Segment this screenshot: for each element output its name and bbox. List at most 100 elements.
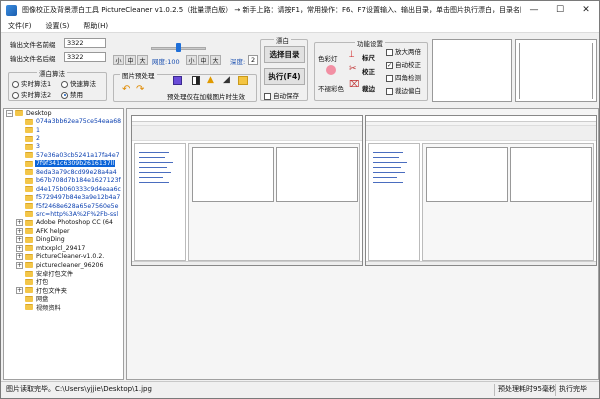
tree-item[interactable]: 57e36a03cb5241a17fa4e7	[4, 151, 123, 159]
size-small-button[interactable]: 小	[113, 55, 124, 65]
crop-offset-checkbox[interactable]: 裁边偏白	[386, 85, 421, 95]
menu-settings[interactable]: 设置(S)	[39, 21, 77, 31]
image-thumbnail-result[interactable]	[365, 115, 597, 266]
tree-item[interactable]: b67b708d7b184e1627123f	[4, 177, 123, 185]
tree-item[interactable]: + AFK helper	[4, 227, 123, 235]
tree-item[interactable]: 1	[4, 126, 123, 134]
tree-item[interactable]: d4e175b060333c9d4eaa6c	[4, 185, 123, 193]
expand-icon[interactable]: +	[16, 261, 23, 269]
suffix-input[interactable]: 3322	[64, 52, 106, 62]
tree-item[interactable]: + DingDing	[4, 236, 123, 244]
folder-icon	[25, 304, 33, 311]
auto-save-checkbox[interactable]: 自动保存	[264, 90, 299, 100]
undo-icon[interactable]: ↶	[122, 84, 130, 95]
status-separator	[494, 384, 495, 396]
folder-icon	[25, 118, 33, 125]
directory-tree[interactable]: − Desktop 074a3bb62ea75ce54eaa68 1 2 3 57e36a0…	[3, 108, 124, 380]
expand-icon[interactable]: +	[16, 227, 23, 235]
no-color-button[interactable]: 不褪彩色	[318, 83, 344, 93]
algo-option-realtime1[interactable]: 实时算法1	[12, 78, 51, 88]
expand-icon[interactable]: +	[16, 236, 23, 244]
redo-icon[interactable]: ↷	[136, 84, 144, 95]
tree-item[interactable]: 8eda3a79c8cd99e28a4a4	[4, 168, 123, 176]
four-corner-checkbox[interactable]: 四角检测	[386, 72, 421, 82]
color-picker-icon[interactable]	[173, 76, 182, 85]
zoom-checkbox[interactable]: 放大两倍	[386, 46, 421, 56]
tree-item-label: 3	[36, 143, 40, 151]
expand-icon[interactable]: +	[16, 244, 23, 252]
preprocess-group: 图片预处理 ↶ ↷ ▲ ◢ 预处理仅在加载图片时生效	[113, 70, 257, 102]
image-preview-area[interactable]	[126, 108, 599, 380]
tree-item[interactable]: + Adobe Photoshop CC (64	[4, 219, 123, 227]
algo-option-disabled[interactable]: 禁用	[61, 89, 83, 99]
correct-button[interactable]: 校正	[362, 66, 375, 76]
close-button[interactable]: ✕	[573, 1, 599, 19]
tree-item[interactable]: f5f2468e628a65e7560e5e	[4, 202, 123, 210]
tree-item[interactable]: f5729497b84e3a9e12b4a7	[4, 193, 123, 201]
image-thumbnail[interactable]	[131, 115, 363, 266]
folder-icon	[25, 253, 33, 260]
execute-button[interactable]: 执行(F4)	[264, 68, 305, 85]
tree-item[interactable]: 2	[4, 134, 123, 142]
expand-icon[interactable]: +	[16, 286, 23, 294]
maximize-button[interactable]: ☐	[547, 1, 573, 19]
size-medium-button[interactable]: 中	[125, 55, 136, 65]
contrast-icon[interactable]	[192, 76, 200, 85]
auto-correct-checkbox[interactable]: ✓ 自动校正	[386, 59, 421, 69]
expand-icon[interactable]: +	[16, 253, 23, 261]
color-pick-button[interactable]: 色彩灯	[318, 53, 338, 63]
app-icon	[6, 4, 17, 16]
folder-icon	[25, 219, 33, 226]
tree-item[interactable]: 网盘	[4, 295, 123, 303]
tree-item-label: b67b708d7b184e1627123f	[36, 177, 121, 185]
tree-item-label: 57e36a03cb5241a17fa4e7	[36, 151, 120, 159]
ruler-button[interactable]: 标尺	[362, 52, 375, 62]
tree-item[interactable]: 7f9f341c6309b2616137ll	[4, 160, 123, 168]
folder-icon	[25, 127, 33, 134]
expand-icon[interactable]: +	[16, 219, 23, 227]
radio-disabled-icon	[61, 91, 68, 99]
status-separator	[555, 384, 556, 396]
select-dir-button[interactable]: 选择目录	[264, 46, 305, 63]
menu-bar: 文件(F) 设置(S) 帮助(H)	[1, 19, 599, 33]
algo-option-fast[interactable]: 快速算法	[61, 78, 96, 88]
intensity-slider-thumb[interactable]	[176, 43, 181, 52]
minimize-button[interactable]: —	[521, 1, 547, 19]
folder-icon	[25, 152, 33, 159]
algo-option-realtime2[interactable]: 实时算法2	[12, 89, 51, 99]
tree-item-label: 1	[36, 126, 40, 134]
image-icon[interactable]	[238, 76, 248, 85]
prefix-input[interactable]: 3322	[64, 38, 106, 48]
tree-item-label: PictureCleaner-v1.0.2.	[36, 253, 105, 261]
size-large-button[interactable]: 大	[137, 55, 148, 65]
depth-input[interactable]: 2	[248, 55, 258, 65]
menu-file[interactable]: 文件(F)	[1, 21, 39, 31]
warning-icon[interactable]: ▲	[207, 75, 214, 85]
auto-save-check-icon	[264, 92, 271, 100]
folder-icon	[25, 295, 33, 302]
preview-box-result[interactable]	[515, 39, 597, 102]
tree-item[interactable]: 074a3bb62ea75ce54eaa68	[4, 117, 123, 125]
bleach-algo-group: 漂白算法 实时算法1 快速算法 实时算法2 禁用	[8, 68, 107, 101]
tree-item[interactable]: − Desktop	[4, 109, 123, 117]
color-dot-icon	[326, 65, 336, 75]
tree-item[interactable]: 安卓打包文件	[4, 269, 123, 278]
tree-item[interactable]: 视频资料	[4, 303, 123, 312]
triangle-icon[interactable]: ◢	[223, 75, 230, 85]
collapse-icon[interactable]: −	[6, 109, 13, 117]
tree-item[interactable]: + 打包文件夹	[4, 286, 123, 295]
size2-small-button[interactable]: 小	[186, 55, 197, 65]
tree-item[interactable]: 3	[4, 143, 123, 151]
correct-icon: ✂	[349, 64, 357, 74]
tree-item-label: 视频资料	[36, 304, 61, 312]
preview-box-original[interactable]	[432, 39, 512, 102]
crop-button[interactable]: 裁边	[362, 83, 375, 93]
size2-large-button[interactable]: 大	[210, 55, 221, 65]
folder-icon	[25, 194, 33, 201]
preprocess-title: 图片预处理	[120, 70, 157, 80]
tree-item[interactable]: + mtxxplcl_29417	[4, 244, 123, 252]
menu-help[interactable]: 帮助(H)	[76, 21, 115, 31]
size2-medium-button[interactable]: 中	[198, 55, 209, 65]
tree-item[interactable]: src=http%3A%2F%2Fb-ssl	[4, 210, 123, 218]
tree-item[interactable]: + PictureCleaner-v1.0.2.	[4, 252, 123, 261]
